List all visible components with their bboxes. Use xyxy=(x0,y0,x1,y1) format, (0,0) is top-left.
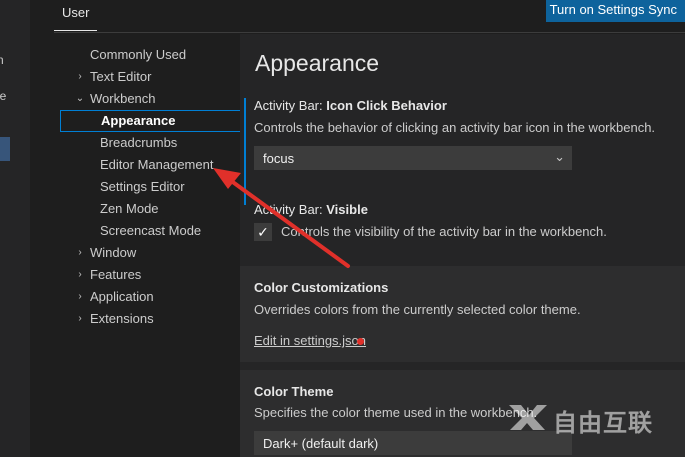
chevron-down-icon: ⌄ xyxy=(554,149,565,164)
chevron-right-icon: › xyxy=(78,269,82,280)
activity-bar-fragment: n xyxy=(0,53,4,67)
toc-item-zen-mode[interactable]: Zen Mode xyxy=(60,198,240,220)
watermark-x-logo-icon xyxy=(509,405,547,430)
toc-item-editor-management[interactable]: Editor Management xyxy=(60,154,240,176)
toc-item-label: Editor Management xyxy=(100,157,214,172)
annotation-dot xyxy=(357,338,364,345)
toc-item-settings-editor[interactable]: Settings Editor xyxy=(60,176,240,198)
chevron-right-icon: › xyxy=(78,247,82,258)
tab-user[interactable]: User xyxy=(54,0,98,31)
chevron-right-icon: › xyxy=(78,313,82,324)
edit-in-settings-json-link[interactable]: Edit in settings.json xyxy=(254,333,366,348)
chevron-right-icon: › xyxy=(78,71,82,82)
toc-item-label: Zen Mode xyxy=(100,201,159,216)
watermark: 自由互联 xyxy=(505,402,680,437)
toc-item-appearance[interactable]: Appearance xyxy=(60,110,260,132)
checkbox-label: Controls the visibility of the activity … xyxy=(281,224,607,239)
header-divider xyxy=(54,32,685,33)
watermark-text: 自由互联 xyxy=(553,410,653,437)
select-value: Dark+ (default dark) xyxy=(263,436,379,451)
setting-name: Visible xyxy=(326,202,368,217)
toc-item-label: Text Editor xyxy=(90,69,152,84)
toc-item-breadcrumbs[interactable]: Breadcrumbs xyxy=(60,132,240,154)
activity-bar: n le xyxy=(0,0,30,457)
toc-item-label: Commonly Used xyxy=(90,47,187,62)
chevron-down-icon: ⌄ xyxy=(75,93,85,104)
setting-title-color-theme: Color Theme xyxy=(254,384,334,399)
activity-bar-visible-checkbox[interactable]: ✓ xyxy=(254,223,272,241)
toc-item-window[interactable]: › Window xyxy=(60,242,240,264)
toc-item-application[interactable]: › Application xyxy=(60,286,240,308)
check-icon: ✓ xyxy=(257,224,269,240)
toc-item-screencast-mode[interactable]: Screencast Mode xyxy=(60,220,240,242)
toc-item-label: Workbench xyxy=(90,91,156,106)
settings-header: User Turn on Settings Sync xyxy=(30,0,685,34)
color-theme-select[interactable]: Dark+ (default dark) xyxy=(254,431,572,455)
setting-description: Specifies the color theme used in the wo… xyxy=(254,405,538,420)
toc-item-label: Features xyxy=(90,267,142,282)
toc-item-label: Application xyxy=(90,289,154,304)
setting-title-color-customizations: Color Customizations xyxy=(254,280,389,295)
setting-name: Icon Click Behavior xyxy=(326,98,447,113)
toc-item-commonly-used[interactable]: Commonly Used xyxy=(60,44,240,66)
toc-item-label: Settings Editor xyxy=(100,179,185,194)
setting-category: Activity Bar: xyxy=(254,202,327,217)
toc-item-label: Breadcrumbs xyxy=(100,135,178,150)
toc-item-label: Appearance xyxy=(101,113,176,128)
setting-description: Overrides colors from the currently sele… xyxy=(254,302,581,317)
page-title: Appearance xyxy=(255,50,380,76)
focused-setting-indicator xyxy=(244,98,246,205)
settings-content: Appearance Activity Bar: Icon Click Beha… xyxy=(240,34,685,457)
toc-item-text-editor[interactable]: › Text Editor xyxy=(60,66,240,88)
turn-on-settings-sync-button[interactable]: Turn on Settings Sync xyxy=(545,0,685,22)
toc-item-extensions[interactable]: › Extensions xyxy=(60,308,240,330)
activity-bar-active-item[interactable] xyxy=(0,137,10,161)
select-value: focus xyxy=(263,151,295,166)
activity-bar-fragment: le xyxy=(0,89,7,103)
icon-click-behavior-select[interactable]: focus ⌄ xyxy=(254,146,572,170)
toc-item-label: Screencast Mode xyxy=(100,223,202,238)
chevron-right-icon: › xyxy=(78,291,82,302)
toc-item-label: Extensions xyxy=(90,311,154,326)
setting-title-visible: Activity Bar: Visible xyxy=(254,202,368,217)
settings-toc: Commonly Used › Text Editor ⌄ Workbench … xyxy=(60,44,260,330)
toc-item-workbench[interactable]: ⌄ Workbench xyxy=(60,88,240,110)
toc-item-label: Window xyxy=(90,245,137,260)
setting-title-icon-click-behavior: Activity Bar: Icon Click Behavior xyxy=(254,98,447,113)
toc-item-features[interactable]: › Features xyxy=(60,264,240,286)
setting-description: Controls the behavior of clicking an act… xyxy=(254,120,656,135)
setting-category: Activity Bar: xyxy=(254,98,327,113)
